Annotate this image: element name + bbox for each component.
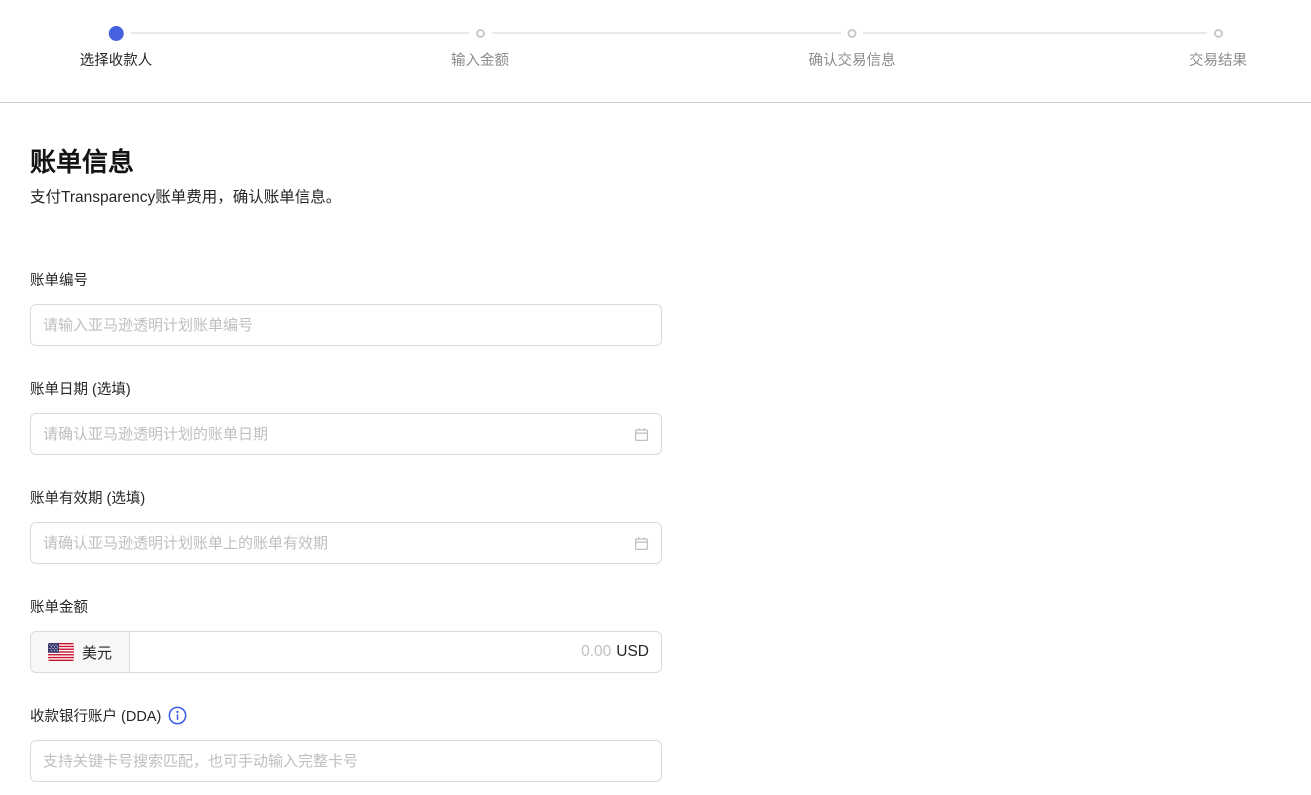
step-pending-dot (1214, 29, 1223, 38)
bill-amount-label: 账单金额 (30, 596, 662, 617)
step-pending-dot (848, 29, 857, 38)
bill-number-input[interactable] (43, 317, 649, 334)
currency-name: 美元 (82, 642, 112, 663)
bill-info-section: 账单信息 支付Transparency账单费用，确认账单信息。 账单编号 账单日… (0, 103, 1311, 782)
bill-date-field: 账单日期 (选填) (30, 378, 662, 455)
page-subtitle: 支付Transparency账单费用，确认账单信息。 (30, 185, 1281, 207)
step-label: 选择收款人 (80, 49, 153, 70)
dda-account-input[interactable] (43, 753, 649, 770)
calendar-icon[interactable] (634, 536, 649, 551)
currency-code: USD (616, 643, 649, 661)
step-connector (131, 32, 469, 34)
bill-date-input[interactable] (43, 426, 626, 443)
bill-validity-label: 账单有效期 (选填) (30, 487, 662, 508)
step-active-dot (109, 26, 124, 41)
step-label: 交易结果 (1189, 49, 1247, 70)
step-connector (492, 32, 841, 34)
bill-validity-input[interactable] (43, 535, 626, 552)
info-icon[interactable] (168, 706, 187, 725)
step-confirm-info: 确认交易信息 (809, 24, 896, 70)
bill-number-label: 账单编号 (30, 269, 662, 290)
dda-account-field: 收款银行账户 (DDA) (30, 705, 662, 782)
bill-number-field: 账单编号 (30, 269, 662, 346)
us-flag-icon (48, 643, 74, 661)
amount-input[interactable] (130, 643, 611, 661)
step-select-payee: 选择收款人 (80, 24, 153, 70)
bill-validity-field: 账单有效期 (选填) (30, 487, 662, 564)
bill-amount-field: 账单金额 (30, 596, 662, 673)
step-enter-amount: 输入金额 (451, 24, 509, 70)
dda-account-label: 收款银行账户 (DDA) (30, 705, 161, 726)
page-title: 账单信息 (30, 143, 1281, 181)
currency-selector[interactable]: 美元 (31, 632, 130, 672)
calendar-icon[interactable] (634, 427, 649, 442)
bill-date-label: 账单日期 (选填) (30, 378, 662, 399)
step-label: 确认交易信息 (809, 49, 896, 70)
transfer-stepper: 选择收款人 输入金额 确认交易信息 交易结果 (0, 0, 1311, 103)
step-connector (863, 32, 1207, 34)
step-result: 交易结果 (1189, 24, 1247, 70)
step-pending-dot (476, 29, 485, 38)
step-label: 输入金额 (451, 49, 509, 70)
